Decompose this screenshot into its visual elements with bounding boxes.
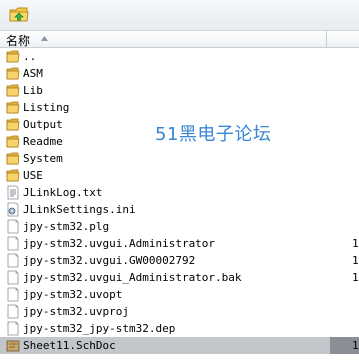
file-row[interactable]: Sheet11.SchDoc 1 <box>0 337 359 354</box>
folder-icon <box>6 134 20 149</box>
file-icon <box>6 304 20 319</box>
file-row[interactable]: USE <box>0 167 359 184</box>
folder-icon <box>6 168 20 183</box>
up-folder-button[interactable] <box>7 3 31 25</box>
file-size: 1 <box>352 339 359 352</box>
file-icon <box>6 321 20 336</box>
file-name: ASM <box>23 67 43 80</box>
up-folder-icon <box>9 7 29 22</box>
file-name: jpy-stm32.uvgui.GW00002792 <box>23 254 196 267</box>
file-row[interactable]: .. <box>0 48 359 65</box>
folder-icon <box>6 117 20 132</box>
size-cell-highlight: 1 <box>330 337 359 354</box>
file-name: Sheet11.SchDoc <box>23 339 116 352</box>
file-icon <box>6 270 20 285</box>
size-column-header[interactable] <box>327 31 359 47</box>
file-name: JLinkLog.txt <box>23 186 103 199</box>
file-row[interactable]: jpy-stm32.uvopt <box>0 286 359 303</box>
folder-icon <box>6 66 20 81</box>
file-name: Lib <box>23 84 43 97</box>
file-row[interactable]: jpy-stm32.plg <box>0 218 359 235</box>
file-icon <box>6 253 20 268</box>
file-row[interactable]: jpy-stm32.uvgui.GW00002792 1 <box>0 252 359 269</box>
file-name: jpy-stm32_jpy-stm32.dep <box>23 322 176 335</box>
file-row[interactable]: System <box>0 150 359 167</box>
file-size: 1 <box>352 237 359 250</box>
file-row[interactable]: Lib <box>0 82 359 99</box>
name-column-header[interactable]: 名称 <box>0 31 327 48</box>
watermark-text: 51黑电子论坛 <box>155 124 272 145</box>
text-file-icon <box>6 185 20 200</box>
file-name: Readme <box>23 135 63 148</box>
file-name: jpy-stm32.uvgui_Administrator.bak <box>23 271 242 284</box>
file-row[interactable]: jpy-stm32.uvgui_Administrator.bak 1 <box>0 269 359 286</box>
column-header: 名称 <box>0 31 359 48</box>
file-name: .. <box>23 50 37 63</box>
folder-icon <box>6 151 20 166</box>
file-name: JLinkSettings.ini <box>23 203 136 216</box>
file-list: .. ASM Lib Listing Output Readme System USE JLin… <box>0 48 359 362</box>
file-row[interactable]: JLinkLog.txt <box>0 184 359 201</box>
folder-icon <box>6 83 20 98</box>
folder-icon <box>6 100 20 115</box>
file-size: 1 <box>352 254 359 267</box>
file-row[interactable]: jpy-stm32_jpy-stm32.dep <box>0 320 359 337</box>
file-row[interactable]: JLinkSettings.ini <box>0 201 359 218</box>
file-name: Listing <box>23 101 70 114</box>
file-name: jpy-stm32.uvgui.Administrator <box>23 237 216 250</box>
name-column-label: 名称 <box>6 34 31 48</box>
file-icon <box>6 219 20 234</box>
file-name: USE <box>23 169 43 182</box>
toolbar <box>0 0 359 31</box>
file-row[interactable]: jpy-stm32.uvgui.Administrator 1 <box>0 235 359 252</box>
file-row[interactable]: Listing <box>0 99 359 116</box>
file-name: jpy-stm32.uvproj <box>23 305 129 318</box>
file-name: Output <box>23 118 63 131</box>
settings-file-icon <box>6 202 20 217</box>
file-name: jpy-stm32.plg <box>23 220 110 233</box>
file-name: jpy-stm32.uvopt <box>23 288 123 301</box>
file-row[interactable]: jpy-stm32.uvproj <box>0 303 359 320</box>
schematic-file-icon <box>6 338 20 353</box>
file-row[interactable]: ASM <box>0 65 359 82</box>
sort-ascending-icon <box>41 36 48 41</box>
file-size: 1 <box>352 271 359 284</box>
file-icon <box>6 287 20 302</box>
file-name: System <box>23 152 63 165</box>
folder-icon <box>6 49 20 64</box>
file-icon <box>6 236 20 251</box>
